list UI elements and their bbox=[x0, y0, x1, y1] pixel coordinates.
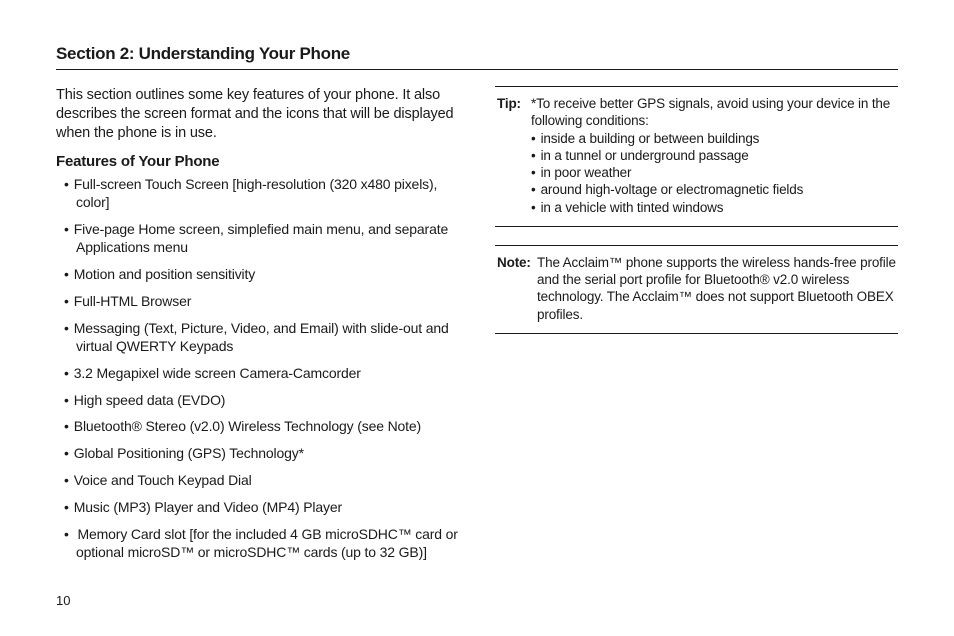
left-column: This section outlines some key features … bbox=[56, 86, 459, 571]
right-column: Tip: *To receive better GPS signals, avo… bbox=[495, 86, 898, 571]
list-item: Memory Card slot [for the included 4 GB … bbox=[64, 526, 459, 562]
list-item: Five-page Home screen, simplefied main m… bbox=[64, 221, 459, 257]
list-item: Music (MP3) Player and Video (MP4) Playe… bbox=[64, 499, 459, 517]
features-list: Full-screen Touch Screen [high-resolutio… bbox=[56, 176, 459, 562]
list-item: Global Positioning (GPS) Technology* bbox=[64, 445, 459, 463]
list-item: in poor weather bbox=[531, 164, 896, 181]
note-label: Note: bbox=[497, 254, 531, 271]
list-item: Full-HTML Browser bbox=[64, 293, 459, 311]
two-column-layout: This section outlines some key features … bbox=[56, 86, 898, 571]
list-item: in a tunnel or underground passage bbox=[531, 147, 896, 164]
note-body: The Acclaim™ phone supports the wireless… bbox=[497, 254, 896, 323]
tip-list: inside a building or between buildings i… bbox=[531, 130, 896, 216]
tip-callout: Tip: *To receive better GPS signals, avo… bbox=[495, 86, 898, 227]
section-title: Section 2: Understanding Your Phone bbox=[56, 44, 898, 70]
list-item: in a vehicle with tinted windows bbox=[531, 199, 896, 216]
note-callout: Note: The Acclaim™ phone supports the wi… bbox=[495, 245, 898, 334]
list-item: Messaging (Text, Picture, Video, and Ema… bbox=[64, 320, 459, 356]
intro-paragraph: This section outlines some key features … bbox=[56, 86, 459, 143]
tip-label: Tip: bbox=[497, 95, 521, 112]
tip-body: *To receive better GPS signals, avoid us… bbox=[497, 95, 896, 216]
list-item: Voice and Touch Keypad Dial bbox=[64, 472, 459, 490]
features-heading: Features of Your Phone bbox=[56, 153, 459, 170]
list-item: 3.2 Megapixel wide screen Camera-Camcord… bbox=[64, 365, 459, 383]
list-item: inside a building or between buildings bbox=[531, 130, 896, 147]
list-item: High speed data (EVDO) bbox=[64, 392, 459, 410]
tip-lead: *To receive better GPS signals, avoid us… bbox=[531, 96, 890, 128]
list-item: around high-voltage or electromagnetic f… bbox=[531, 181, 896, 198]
list-item: Full-screen Touch Screen [high-resolutio… bbox=[64, 176, 459, 212]
list-item: Bluetooth® Stereo (v2.0) Wireless Techno… bbox=[64, 418, 459, 436]
list-item: Motion and position sensitivity bbox=[64, 266, 459, 284]
page-number: 10 bbox=[56, 593, 70, 608]
